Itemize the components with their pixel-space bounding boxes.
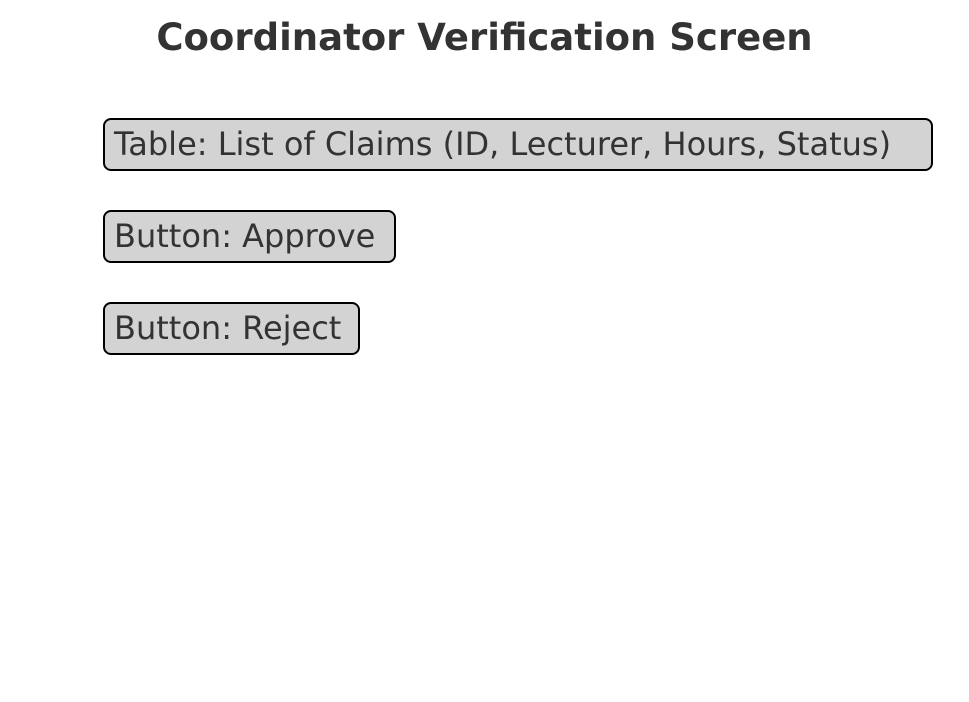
- approve-button-label: Button: Approve: [114, 217, 376, 255]
- reject-button-placeholder[interactable]: Button: Reject: [103, 302, 360, 355]
- approve-button-placeholder[interactable]: Button: Approve: [103, 210, 396, 263]
- claims-table-label: Table: List of Claims (ID, Lecturer, Hou…: [114, 125, 892, 163]
- claims-table-placeholder: Table: List of Claims (ID, Lecturer, Hou…: [103, 118, 933, 171]
- reject-button-label: Button: Reject: [114, 309, 342, 347]
- page-title: Coordinator Verification Screen: [156, 16, 813, 59]
